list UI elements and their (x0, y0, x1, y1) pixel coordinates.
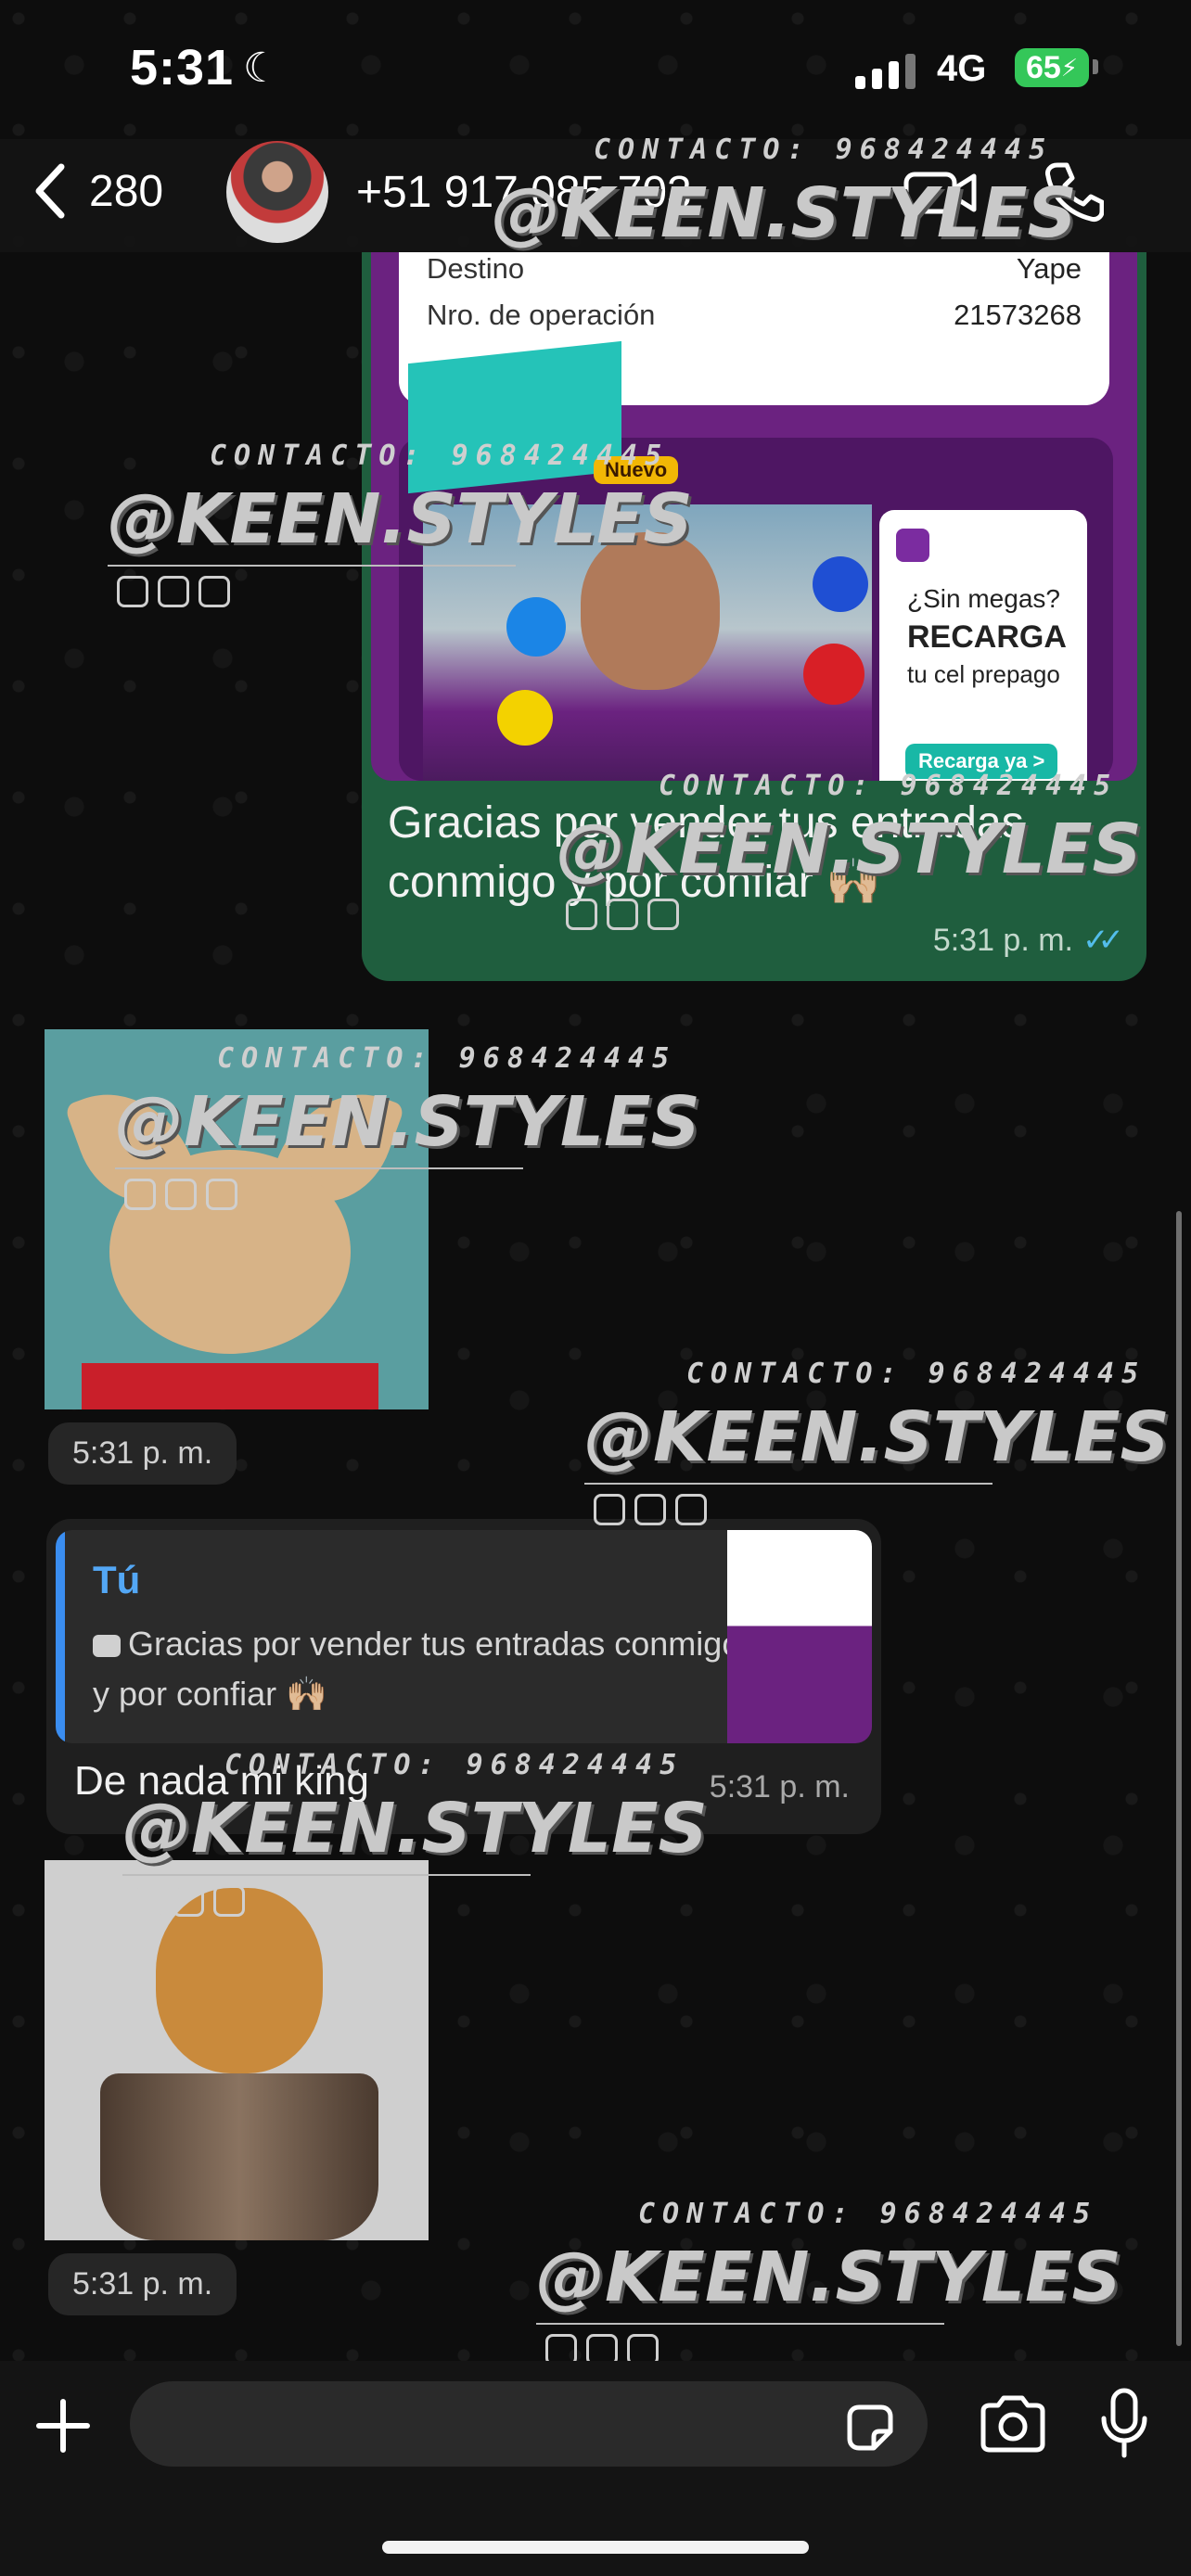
phone-icon[interactable] (1044, 159, 1105, 229)
message-text: De nada mi king (74, 1758, 369, 1804)
contact-name[interactable]: +51 917 085 703 (356, 167, 692, 218)
quote-author: Tú (93, 1558, 141, 1601)
receipt-destination-value: Yape (1016, 252, 1082, 285)
quote-text: Gracias por vender tus entradas conmigo … (93, 1625, 741, 1713)
input-bar (0, 2361, 1191, 2576)
promo-question: ¿Sin megas? (907, 584, 1060, 613)
back-button[interactable]: 280 (32, 158, 163, 224)
camera-icon (93, 1635, 121, 1657)
message-time: 5:31 p. m. (932, 922, 1074, 958)
quoted-message[interactable]: Tú Gracias por vender tus entradas conmi… (56, 1530, 872, 1743)
scrollbar[interactable] (1176, 1211, 1182, 2346)
quote-bar (56, 1530, 65, 1743)
message-time: 5:31 p. m. (709, 1769, 850, 1804)
battery-icon: 65 ⚡ (1015, 48, 1089, 87)
dog-face (109, 1150, 351, 1354)
message-text: Gracias por vender tus entradas conmigo … (388, 798, 1024, 907)
sticker-time: 5:31 p. m. (48, 2253, 237, 2315)
promo-photo (423, 504, 872, 781)
quote-text-wrap: Gracias por vender tus entradas conmigo … (93, 1619, 742, 1719)
new-badge: Nuevo (594, 456, 679, 484)
microphone-icon[interactable] (1098, 2387, 1150, 2466)
sticker-icon[interactable] (842, 2400, 898, 2460)
chevron-left-icon (32, 161, 69, 221)
quote-thumbnail (727, 1530, 872, 1743)
pot (100, 2073, 378, 2240)
dog-sticker[interactable] (45, 1029, 429, 1409)
movistar-logo-icon (506, 597, 566, 657)
camera-icon[interactable] (978, 2394, 1048, 2458)
status-bar: 5:31 ☾ 4G 65 ⚡ (0, 0, 1191, 139)
read-receipt-icon: ✓✓ (1082, 923, 1124, 958)
message-meta: 5:31 p. m. ✓✓ (932, 922, 1124, 959)
promo-title: RECARGA (907, 619, 1067, 655)
network-type: 4G (937, 48, 987, 89)
confetti-decoration (408, 340, 621, 494)
receipt-operation-label: Nro. de operación (427, 299, 656, 331)
home-indicator (382, 2541, 809, 2554)
sticker-time: 5:31 p. m. (48, 1422, 237, 1485)
received-message-bubble[interactable]: Tú Gracias por vender tus entradas conmi… (46, 1519, 881, 1834)
collar (82, 1363, 378, 1409)
status-time: 5:31 (130, 40, 235, 96)
yape-logo-icon (896, 529, 929, 562)
receipt-operation-value: 21573268 (954, 299, 1082, 331)
message-input[interactable] (130, 2381, 928, 2467)
puppy (156, 1888, 323, 2073)
unread-count: 280 (89, 166, 164, 216)
signal-icon (855, 54, 916, 89)
claro-logo-icon (803, 644, 864, 705)
promo-subtitle: tu cel prepago (907, 660, 1060, 688)
moon-icon: ☾ (243, 45, 280, 91)
receipt-image[interactable]: Destino Yape Nro. de operación 21573268 Nu… (371, 252, 1137, 781)
sent-message-bubble[interactable]: Destino Yape Nro. de operación 21573268 Nu… (362, 252, 1146, 981)
battery-level: 65 (1025, 49, 1061, 85)
bitel-logo-icon (497, 690, 553, 746)
chat-header: 280 +51 917 085 703 (0, 139, 1191, 252)
puppy-sticker[interactable] (45, 1860, 429, 2240)
plus-icon[interactable] (33, 2396, 93, 2460)
receipt-destination-label: Destino (427, 252, 525, 285)
video-call-icon[interactable] (903, 165, 978, 225)
person-photo (581, 532, 720, 690)
avatar[interactable] (226, 141, 328, 243)
recharge-button: Recarga ya > (905, 744, 1058, 779)
entel-logo-icon (813, 556, 868, 612)
battery-cap (1093, 59, 1098, 74)
recharge-card: ¿Sin megas? RECARGA tu cel prepago Recar… (879, 510, 1087, 781)
